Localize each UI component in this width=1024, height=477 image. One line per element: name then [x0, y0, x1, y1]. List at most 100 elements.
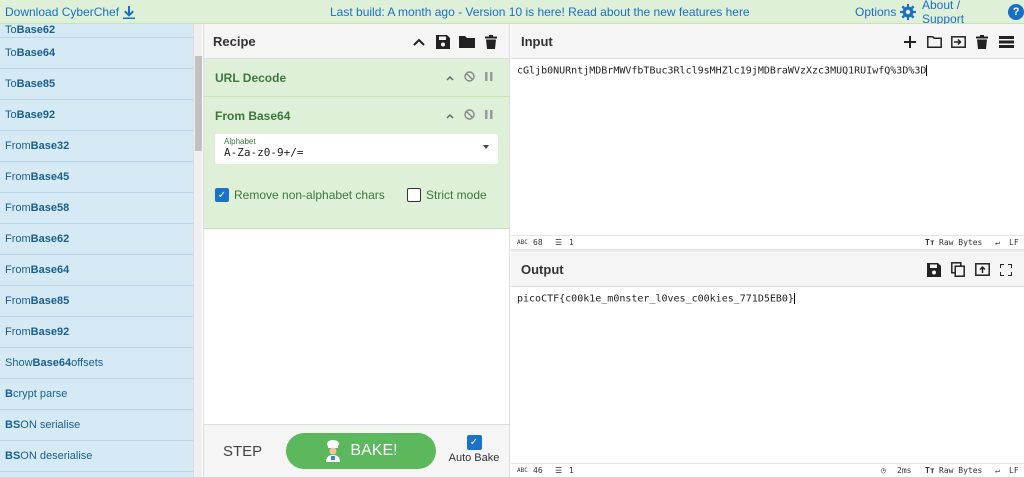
- pause-op-icon[interactable]: [485, 71, 493, 84]
- recipe-op-from-base64[interactable]: From Base64 Alphabet A-Za-z0-9+/= ✓ Remo…: [204, 97, 509, 229]
- checkbox-unchecked-icon: [407, 188, 421, 202]
- output-lines: 1: [569, 466, 574, 475]
- clear-input-icon[interactable]: [974, 34, 990, 50]
- operation-label-match: Base92: [30, 326, 70, 338]
- operation-label-prefix: Show: [5, 357, 33, 369]
- operation-label-suffix: crypt parse: [12, 388, 68, 400]
- operation-label-prefix: To: [5, 24, 17, 36]
- options-label: Options: [855, 5, 897, 19]
- input-status-bar: ABC 68 ☰ 1 Tт Raw Bytes ↵ LF: [511, 235, 1024, 249]
- operation-item[interactable]: BS ON serialise: [0, 410, 193, 441]
- remove-non-alphabet-checkbox[interactable]: ✓ Remove non-alphabet chars: [215, 188, 385, 202]
- save-recipe-icon[interactable]: [435, 34, 451, 50]
- pause-op-icon[interactable]: [485, 109, 493, 122]
- operation-item[interactable]: From Base92: [0, 317, 193, 348]
- strict-mode-label: Strict mode: [426, 188, 487, 202]
- checkbox-checked-icon: ✓: [215, 188, 229, 202]
- operation-item[interactable]: From Base85: [0, 286, 193, 317]
- add-tab-icon[interactable]: [902, 34, 918, 50]
- layout-icon[interactable]: [998, 34, 1014, 50]
- output-header: Output: [511, 252, 1024, 287]
- operation-label-match: Base32: [30, 140, 70, 152]
- eol-icon: ↵: [995, 238, 1000, 247]
- eol-icon: ↵: [995, 466, 1000, 475]
- bake-time: 2ms: [897, 466, 912, 475]
- operations-list: To Base62 To Base64 To Base85 To Base92 From…: [0, 24, 193, 477]
- output-textarea[interactable]: picoCTF{c00k1e_m0nster_l0ves_c00kies_771…: [511, 287, 1024, 311]
- scrollbar-thumb[interactable]: [195, 56, 202, 151]
- input-length: 68: [533, 238, 543, 247]
- output-panel: Output picoCTF{c00k1e_m0nster_l0ves_c00k…: [511, 252, 1024, 477]
- about-label: About / Support: [922, 0, 965, 26]
- clear-recipe-icon[interactable]: [483, 34, 499, 50]
- build-notice-link[interactable]: Last build: A month ago - Version 10 is …: [330, 0, 750, 24]
- input-textarea[interactable]: cGljb0NURntjMDBrMWVfbTBuc3Rlcl9sMHZlc19j…: [511, 59, 1024, 83]
- input-panel: Input cGljb0NURntjMDBrMWVfbTBuc3Rlcl9sMH…: [511, 24, 1024, 249]
- operation-item[interactable]: BS ON deserialise: [0, 441, 193, 472]
- load-recipe-icon[interactable]: [459, 34, 475, 50]
- operation-label-match: B: [5, 388, 13, 400]
- auto-bake-checkbox[interactable]: ✓ Auto Bake: [444, 435, 504, 464]
- open-file-icon[interactable]: [950, 34, 966, 50]
- alphabet-value: A-Za-z0-9+/=: [224, 146, 304, 159]
- copy-output-icon[interactable]: [950, 262, 966, 278]
- operation-label-match: Base62: [16, 24, 56, 36]
- about-support-button[interactable]: About / Support ?: [922, 0, 1024, 26]
- operation-label-match: Base64: [16, 47, 56, 59]
- download-label: Download CyberChef: [5, 5, 120, 19]
- operation-item[interactable]: From Base62: [0, 224, 193, 255]
- operation-item[interactable]: To Base62: [0, 24, 193, 38]
- input-eol[interactable]: LF: [1009, 238, 1019, 247]
- collapse-all-icon[interactable]: [411, 34, 427, 50]
- operation-label-prefix: From: [5, 171, 31, 183]
- recipe-header: Recipe: [204, 24, 509, 59]
- step-button[interactable]: STEP: [223, 443, 262, 460]
- save-output-icon[interactable]: [926, 262, 942, 278]
- output-status-bar: ABC 46 ☰ 1 ◷ 2ms Tт Raw Bytes ↵ LF: [511, 463, 1024, 477]
- operation-item[interactable]: From Base45: [0, 162, 193, 193]
- operation-label-match: Base58: [30, 202, 70, 214]
- operation-label-prefix: To: [5, 109, 17, 121]
- disable-op-icon[interactable]: [464, 70, 475, 85]
- input-lines: 1: [569, 238, 574, 247]
- disable-op-icon[interactable]: [464, 108, 475, 123]
- operation-label-match: Base85: [16, 78, 56, 90]
- chef-icon: [326, 440, 341, 462]
- operation-label-match: BS: [5, 450, 21, 462]
- operation-label-match: BS: [5, 419, 21, 431]
- op-title: URL Decode: [215, 70, 287, 85]
- operation-item[interactable]: To Base85: [0, 69, 193, 100]
- collapse-op-icon[interactable]: [446, 72, 454, 84]
- download-link[interactable]: Download CyberChef: [5, 0, 136, 24]
- alphabet-label: Alphabet: [224, 137, 256, 146]
- recipe-title: Recipe: [213, 33, 256, 49]
- operation-item[interactable]: From Base32: [0, 131, 193, 162]
- abc-label: ABC: [517, 239, 528, 246]
- download-icon: [123, 5, 136, 19]
- input-encoding[interactable]: Raw Bytes: [939, 238, 982, 247]
- maximize-icon[interactable]: [998, 262, 1014, 278]
- recipe-op-url-decode[interactable]: URL Decode: [204, 59, 509, 97]
- output-eol[interactable]: LF: [1009, 466, 1019, 475]
- lines-icon: ☰: [555, 466, 563, 475]
- operation-item[interactable]: Bcrypt parse: [0, 379, 193, 410]
- operation-item[interactable]: From Base58: [0, 193, 193, 224]
- operation-label-prefix: From: [5, 140, 31, 152]
- open-folder-icon[interactable]: [926, 34, 942, 50]
- collapse-op-icon[interactable]: [446, 110, 454, 122]
- options-button[interactable]: Options: [855, 0, 917, 24]
- strict-mode-checkbox[interactable]: Strict mode: [407, 188, 487, 202]
- operation-item[interactable]: To Base92: [0, 100, 193, 131]
- operations-scrollbar[interactable]: [193, 24, 202, 477]
- bake-button[interactable]: BAKE!: [286, 433, 436, 469]
- operation-item[interactable]: Show Base64 offsets: [0, 348, 193, 379]
- alphabet-select[interactable]: Alphabet A-Za-z0-9+/=: [215, 134, 498, 164]
- gear-icon: [900, 4, 917, 20]
- remove-non-alphabet-label: Remove non-alphabet chars: [234, 188, 385, 202]
- replace-input-icon[interactable]: [974, 262, 990, 278]
- operation-label-suffix: ON serialise: [20, 419, 81, 431]
- operation-item[interactable]: From Base64: [0, 255, 193, 286]
- operation-label-prefix: From: [5, 295, 31, 307]
- output-encoding[interactable]: Raw Bytes: [939, 466, 982, 475]
- operation-item[interactable]: To Base64: [0, 38, 193, 69]
